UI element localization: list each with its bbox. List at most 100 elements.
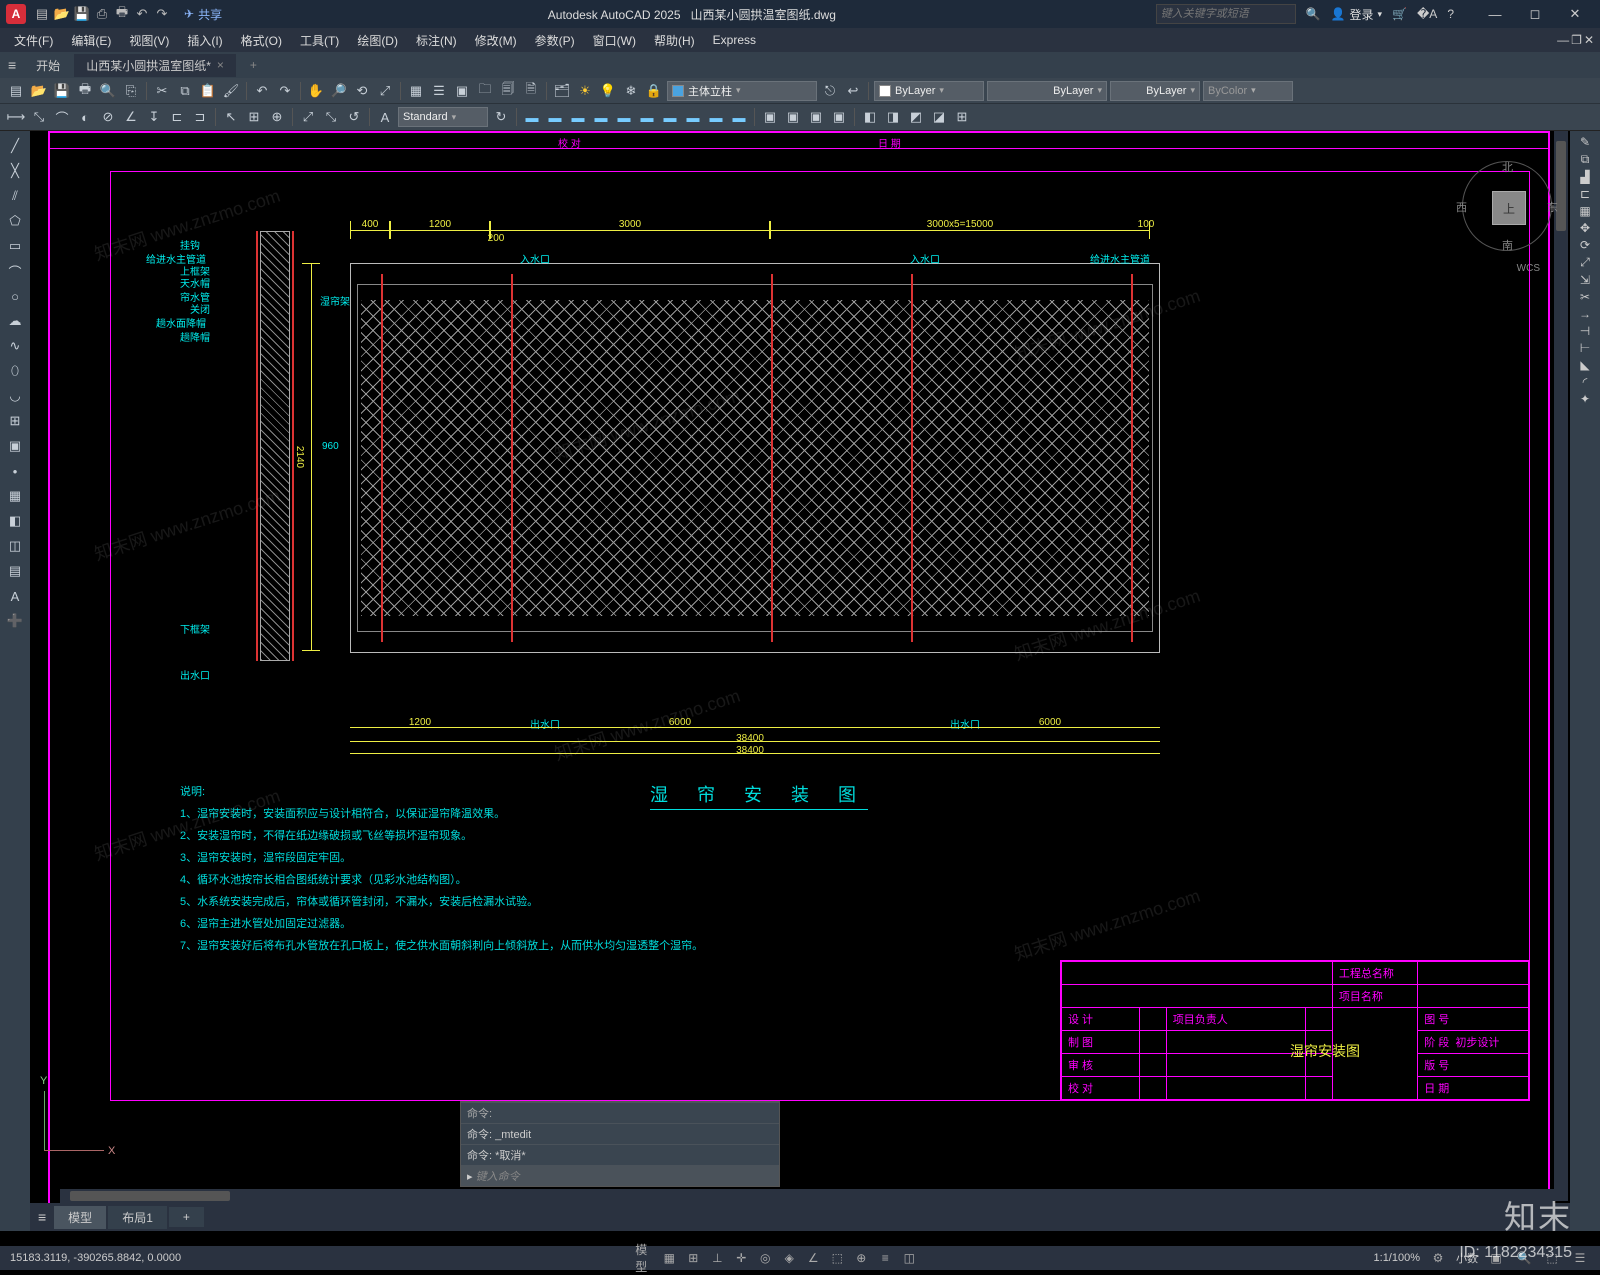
sb-lwt-icon[interactable]: ≡ [875, 1249, 895, 1267]
rb-tool5-icon[interactable]: 🗎 [521, 81, 541, 101]
sb-dyn-icon[interactable]: ⊕ [851, 1249, 871, 1267]
wnd-min-icon[interactable]: — [1557, 33, 1569, 47]
rb-pan-icon[interactable]: ✋ [306, 81, 326, 101]
app-icon[interactable]: �A [1417, 7, 1437, 21]
lineweight-combo[interactable]: ByLayer▾ [1110, 81, 1200, 101]
rb-dimstyle-icon[interactable]: ↺ [344, 107, 364, 127]
command-line[interactable]: 命令: 命令: _mtedit 命令: *取消* ▸ 键入命令 [460, 1101, 780, 1187]
wnd-restore-icon[interactable]: ❐ [1571, 33, 1582, 47]
tabs-menu-icon[interactable]: ≡ [8, 57, 16, 73]
menu-param[interactable]: 参数(P) [527, 30, 583, 51]
entity-combo[interactable]: 主体立柱▾ [667, 81, 817, 101]
rb-match-icon[interactable]: 🖌 [221, 81, 241, 101]
saveas-icon[interactable]: ⎙ [94, 6, 110, 22]
sb-tpy-icon[interactable]: ◫ [899, 1249, 919, 1267]
offset-icon[interactable]: ⊏ [1580, 187, 1590, 201]
rb-tolerance-icon[interactable]: ⊞ [244, 107, 264, 127]
ellipsearc-icon[interactable]: ◡ [4, 385, 26, 407]
rb-paste-icon[interactable]: 📋 [198, 81, 218, 101]
rb-dim-ord-icon[interactable]: ↧ [144, 107, 164, 127]
tab-active-doc[interactable]: 山西某小圆拱温室图纸*× [74, 54, 236, 77]
tab-start[interactable]: 开始 [24, 54, 72, 77]
close-button[interactable]: ✕ [1556, 2, 1594, 26]
viewcube[interactable]: 上 北 南 西 东 [1462, 161, 1552, 251]
redo-icon[interactable]: ↷ [154, 6, 170, 22]
sb-model-icon[interactable]: 模型 [635, 1249, 655, 1267]
open-icon[interactable]: 📂 [54, 6, 70, 22]
rb-ins3-icon[interactable]: ▣ [806, 107, 826, 127]
block-icon[interactable]: ▣ [4, 435, 26, 457]
scale-icon[interactable]: ⤢ [1580, 255, 1590, 270]
scrollbar-horizontal[interactable] [60, 1189, 1554, 1203]
arc-icon[interactable]: ⌒ [4, 260, 26, 282]
menu-help[interactable]: 帮助(H) [646, 30, 703, 51]
pline-icon[interactable]: ⫽ [4, 185, 26, 207]
rb-layerman-icon[interactable]: 🗂 [552, 81, 572, 101]
wnd-close-icon[interactable]: ✕ [1584, 33, 1594, 47]
new-icon[interactable]: ▤ [34, 6, 50, 22]
array-icon[interactable]: ▦ [1579, 204, 1590, 218]
sb-custom-icon[interactable]: ☰ [1570, 1249, 1590, 1267]
menu-express[interactable]: Express [705, 31, 764, 49]
circle-icon[interactable]: ○ [4, 285, 26, 307]
move-icon[interactable]: ✥ [1580, 221, 1590, 235]
rb-dim-diameter-icon[interactable]: ⊘ [98, 107, 118, 127]
rb-block1-icon[interactable]: ◧ [860, 107, 880, 127]
sb-gear-icon[interactable]: ⚙ [1428, 1249, 1448, 1267]
rb-block3-icon[interactable]: ◩ [906, 107, 926, 127]
tab-layout1[interactable]: 布局1 [108, 1206, 167, 1229]
spline-icon[interactable]: ∿ [4, 335, 26, 357]
erase-icon[interactable]: ✎ [1580, 135, 1590, 149]
rb-leader-icon[interactable]: ↖ [221, 107, 241, 127]
xline-icon[interactable]: ╳ [4, 160, 26, 182]
cmd-input[interactable]: 键入命令 [476, 1171, 520, 1183]
tab-close-icon[interactable]: × [217, 58, 224, 72]
sb-units[interactable]: 小数 [1456, 1250, 1478, 1266]
rb-dimupdate-icon[interactable]: ↻ [491, 107, 511, 127]
viewcube-top[interactable]: 上 [1492, 191, 1526, 225]
sb-osnap-icon[interactable]: ◎ [755, 1249, 775, 1267]
rb-text-icon[interactable]: A [375, 107, 395, 127]
plot-icon[interactable]: 🖶 [114, 6, 130, 22]
rb-lock-icon[interactable]: 🔒 [644, 81, 664, 101]
minimize-button[interactable]: — [1476, 2, 1514, 26]
rb-new-icon[interactable]: ▤ [6, 81, 26, 101]
rb-dim-continue-icon[interactable]: ⊐ [190, 107, 210, 127]
sb-snap-icon[interactable]: ⊞ [683, 1249, 703, 1267]
menu-format[interactable]: 格式(O) [233, 30, 290, 51]
layer-combo[interactable]: ByLayer▾ [874, 81, 984, 101]
line-icon[interactable]: ╱ [4, 135, 26, 157]
sb-scale[interactable]: 1:1/100% [1374, 1252, 1420, 1264]
hatch-icon[interactable]: ▦ [4, 485, 26, 507]
menu-tools[interactable]: 工具(T) [292, 30, 347, 51]
rb-center-icon[interactable]: ⊕ [267, 107, 287, 127]
menu-dim[interactable]: 标注(N) [408, 30, 465, 51]
rb-tool2-icon[interactable]: ▣ [452, 81, 472, 101]
rb-ins4-icon[interactable]: ▣ [829, 107, 849, 127]
tab-add[interactable]: + [238, 55, 269, 75]
rb-ins2-icon[interactable]: ▣ [783, 107, 803, 127]
rb-mod3-icon[interactable]: ▬ [568, 107, 588, 127]
menu-file[interactable]: 文件(F) [6, 30, 61, 51]
rb-mod1-icon[interactable]: ▬ [522, 107, 542, 127]
login-button[interactable]: 👤登录▾ [1331, 6, 1383, 23]
rotate-icon[interactable]: ⟳ [1580, 238, 1590, 252]
rb-dim-angular-icon[interactable]: ∠ [121, 107, 141, 127]
maximize-button[interactable]: ◻ [1516, 2, 1554, 26]
rb-mod2-icon[interactable]: ▬ [545, 107, 565, 127]
rb-mod8-icon[interactable]: ▬ [683, 107, 703, 127]
rb-save-icon[interactable]: 💾 [52, 81, 72, 101]
rb-block4-icon[interactable]: ◪ [929, 107, 949, 127]
rb-mod4-icon[interactable]: ▬ [591, 107, 611, 127]
rb-orbit-icon[interactable]: ⟲ [352, 81, 372, 101]
rb-tool4-icon[interactable]: 🗐 [498, 81, 518, 101]
menu-modify[interactable]: 修改(M) [467, 30, 525, 51]
coordinates[interactable]: 15183.3119, -390265.8842, 0.0000 [10, 1252, 181, 1264]
region-icon[interactable]: ◫ [4, 535, 26, 557]
rb-zoom-icon[interactable]: 🔎 [329, 81, 349, 101]
trim-icon[interactable]: ✂ [1580, 290, 1590, 304]
color-combo[interactable]: ByColor▾ [1203, 81, 1293, 101]
rb-redo2-icon[interactable]: ↷ [275, 81, 295, 101]
polygon-icon[interactable]: ⬠ [4, 210, 26, 232]
rb-ins1-icon[interactable]: ▣ [760, 107, 780, 127]
